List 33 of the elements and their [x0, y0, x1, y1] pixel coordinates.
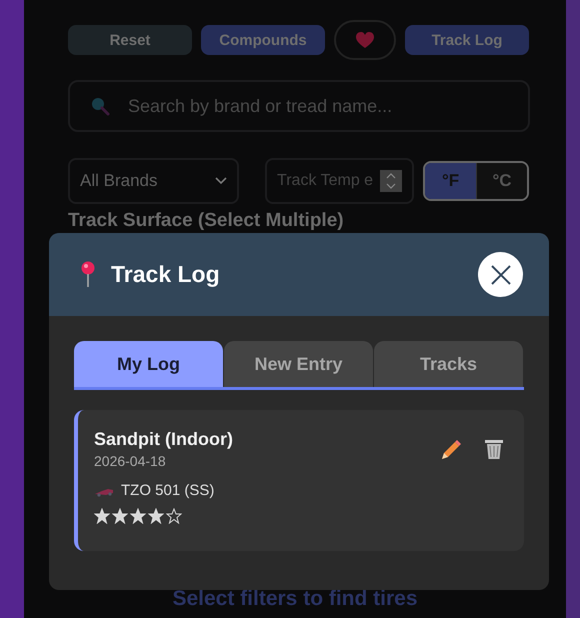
modal-title: Track Log	[111, 261, 221, 288]
pencil-icon	[440, 439, 462, 460]
unit-toggle[interactable]: °C	[476, 163, 527, 199]
close-button[interactable]	[478, 252, 523, 297]
track-temp-field[interactable]: Track Temp e	[265, 158, 414, 204]
tab[interactable]: Tracks	[374, 341, 523, 387]
tire-name: TZO 501 (SS)	[121, 482, 214, 499]
edit-button[interactable]	[440, 439, 462, 460]
filled-star-icon	[130, 508, 146, 524]
tab[interactable]: My Log	[74, 341, 223, 387]
search-icon	[90, 96, 110, 116]
reset-button[interactable]: Reset	[68, 25, 192, 55]
tab[interactable]: New Entry	[224, 341, 373, 387]
empty-star-icon	[166, 508, 182, 524]
filled-star-icon	[112, 508, 128, 524]
brand-dropdown[interactable]: All Brands	[68, 158, 240, 204]
trash-icon	[484, 439, 504, 460]
unit-toggle[interactable]: °F	[425, 163, 476, 199]
entry-date: 2026-04-18	[94, 453, 167, 469]
search-field[interactable]: Search by brand or tread name...	[68, 80, 530, 132]
delete-button[interactable]	[484, 439, 504, 460]
close-icon	[490, 264, 512, 286]
section-label: Track Surface (Select Multiple)	[68, 210, 345, 232]
toolbar-button[interactable]: Track Log	[405, 25, 529, 55]
filled-star-icon	[148, 508, 164, 524]
track-name: Sandpit (Indoor)	[94, 429, 234, 450]
chevron-icon	[215, 177, 228, 185]
pushpin-icon	[79, 261, 97, 288]
toolbar-button[interactable]: Compounds	[201, 25, 325, 55]
filled-star-icon	[94, 508, 110, 524]
empty-message: Select filters to find tires	[171, 587, 419, 611]
heart-icon	[355, 31, 375, 49]
spinner-icon	[380, 170, 402, 192]
